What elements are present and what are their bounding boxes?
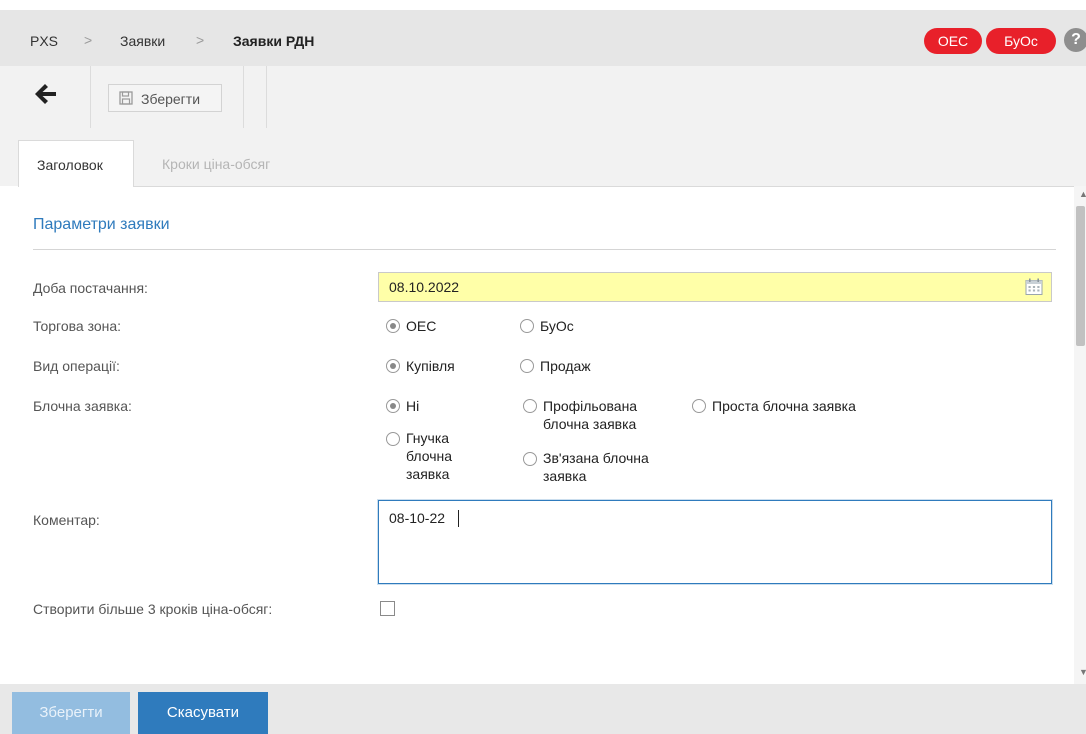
toolbar-divider — [243, 66, 244, 128]
section-title: Параметри заявки — [33, 216, 170, 233]
trade-zone-option-label: ОЕС — [406, 318, 437, 334]
radio-unchecked[interactable] — [520, 319, 534, 333]
operation-option-label: Продаж — [540, 358, 591, 374]
block-order-label: Блочна заявка: — [33, 398, 132, 414]
comment-textarea[interactable]: 08-10-22 — [378, 500, 1052, 584]
block-order-option-label: Зв'язана блочна — [543, 450, 649, 466]
delivery-day-label: Доба постачання: — [33, 280, 148, 296]
toolbar-divider — [266, 66, 267, 128]
breadcrumb-current: Заявки РДН — [233, 33, 315, 49]
trade-zone-option-buos[interactable]: БуОс — [520, 318, 630, 336]
more-steps-label: Створити більше 3 кроків ціна-обсяг: — [33, 601, 273, 617]
operation-option-buy[interactable]: Купівля — [386, 358, 506, 376]
trade-zone-label: Торгова зона: — [33, 318, 122, 334]
back-arrow-icon[interactable] — [32, 80, 62, 108]
comment-value: 08-10-22 — [389, 510, 446, 526]
block-order-option-label: блочна — [406, 448, 453, 464]
zone-badge-oes[interactable]: ОЕС — [924, 28, 982, 54]
scroll-down-arrow-icon[interactable]: ▼ — [1079, 667, 1086, 677]
block-order-option-label: Проста блочна заявка — [712, 398, 856, 414]
cancel-button[interactable]: Скасувати — [138, 692, 268, 734]
tab-price-volume-steps[interactable]: Кроки ціна-обсяг — [162, 156, 270, 172]
block-order-option-label: Профільована — [543, 398, 638, 414]
block-order-option-simple[interactable]: Проста блочна заявка — [692, 398, 902, 416]
tab-header[interactable]: Заголовок — [18, 140, 134, 187]
radio-unchecked[interactable] — [523, 452, 537, 466]
save-disk-icon — [119, 91, 133, 105]
toolbar-save-label: Зберегти — [141, 91, 201, 107]
radio-unchecked[interactable] — [692, 399, 706, 413]
operation-option-sell[interactable]: Продаж — [520, 358, 640, 376]
tabs-divider — [134, 186, 1086, 187]
delivery-day-value: 08.10.2022 — [389, 279, 460, 295]
breadcrumb-separator: > — [84, 32, 93, 48]
scrollbar-thumb[interactable] — [1076, 206, 1085, 346]
radio-checked[interactable] — [386, 399, 400, 413]
scroll-up-arrow-icon[interactable]: ▲ — [1079, 189, 1086, 199]
block-order-option-label: заявка — [543, 468, 587, 484]
text-caret — [458, 510, 459, 527]
tab-header-label: Заголовок — [37, 157, 103, 173]
more-steps-checkbox[interactable] — [380, 601, 395, 616]
block-order-option-label: блочна заявка — [543, 416, 637, 432]
block-order-option-label: Ні — [406, 398, 420, 414]
zone-badge-buos[interactable]: БуОс — [986, 28, 1056, 54]
breadcrumb-root[interactable]: PXS — [30, 33, 58, 49]
trade-zone-option-label: БуОс — [540, 318, 574, 334]
radio-unchecked[interactable] — [386, 432, 400, 446]
calendar-icon[interactable] — [1025, 278, 1043, 296]
help-icon[interactable]: ? — [1064, 28, 1086, 52]
section-divider — [33, 249, 1056, 250]
block-order-option-no[interactable]: Ні — [386, 398, 496, 416]
breadcrumb-separator: > — [196, 32, 205, 48]
radio-unchecked[interactable] — [520, 359, 534, 373]
block-order-option-profiled[interactable]: Профільована блочна заявка — [523, 398, 683, 434]
block-order-option-label: заявка — [406, 466, 450, 482]
radio-checked[interactable] — [386, 319, 400, 333]
block-order-option-label: Гнучка — [406, 430, 450, 446]
operation-option-label: Купівля — [406, 358, 455, 374]
operation-label: Вид операції: — [33, 358, 120, 374]
radio-unchecked[interactable] — [523, 399, 537, 413]
comment-label: Коментар: — [33, 512, 100, 528]
trade-zone-option-oes[interactable]: ОЕС — [386, 318, 496, 336]
block-order-option-flexible[interactable]: Гнучка блочна заявка — [386, 430, 486, 484]
breadcrumb-section[interactable]: Заявки — [120, 33, 165, 49]
delivery-day-input[interactable]: 08.10.2022 — [378, 272, 1052, 302]
toolbar-save-button[interactable]: Зберегти — [108, 84, 222, 112]
block-order-option-linked[interactable]: Зв'язана блочна заявка — [523, 450, 693, 486]
toolbar-divider — [90, 66, 91, 128]
save-button[interactable]: Зберегти — [12, 692, 130, 734]
radio-checked[interactable] — [386, 359, 400, 373]
